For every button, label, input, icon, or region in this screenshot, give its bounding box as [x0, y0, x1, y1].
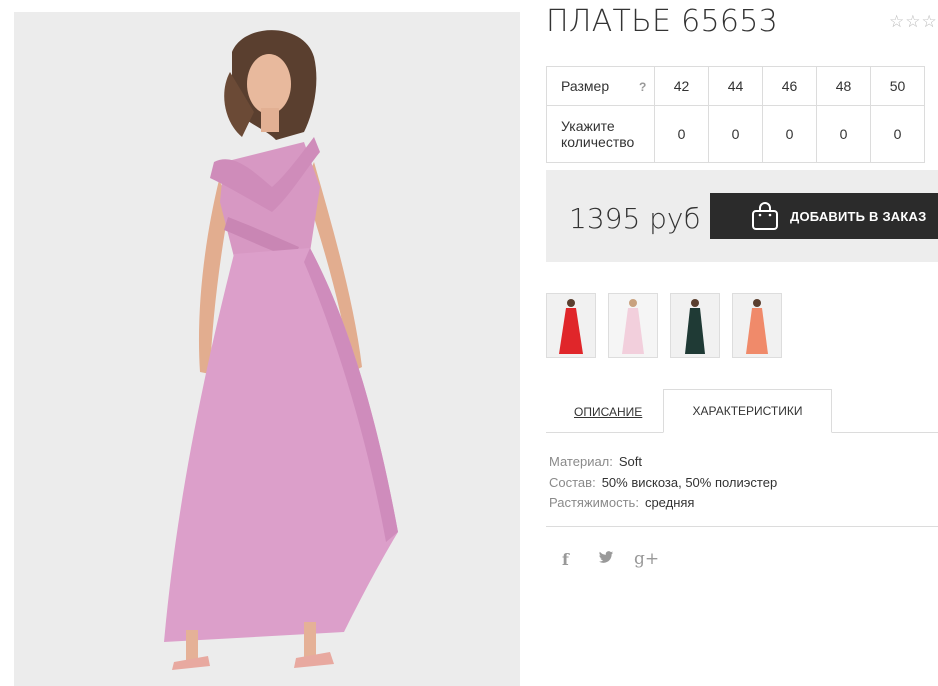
section-divider	[546, 526, 938, 527]
quantity-row: Укажите количество 0 0 0 0 0	[546, 105, 925, 163]
characteristic-key: Растяжимость:	[549, 495, 639, 510]
product-title: ПЛАТЬЕ 65653	[546, 4, 779, 39]
size-label-cell: Размер ?	[546, 66, 655, 106]
size-50: 50	[870, 66, 925, 106]
price-box: 1395 руб ДОБАВИТЬ В ЗАКАЗ	[546, 170, 938, 262]
add-to-order-label: ДОБАВИТЬ В ЗАКАЗ	[790, 208, 927, 224]
star-icon[interactable]: ☆	[889, 13, 904, 31]
googleplus-icon[interactable]: g+	[634, 549, 659, 569]
size-42: 42	[654, 66, 709, 106]
characteristic-value: средняя	[644, 495, 695, 510]
product-image[interactable]	[14, 12, 520, 686]
characteristic-row: Материал: Soft	[549, 452, 777, 473]
quantity-input-50[interactable]: 0	[870, 105, 925, 163]
size-help-icon[interactable]: ?	[639, 80, 646, 94]
rating-stars[interactable]: ☆ ☆ ☆	[889, 13, 937, 31]
facebook-icon[interactable]: f	[562, 550, 598, 569]
tab-characteristics[interactable]: ХАРАКТЕРИСТИКИ	[663, 389, 832, 433]
size-46: 46	[762, 66, 817, 106]
characteristic-key: Состав:	[549, 474, 596, 490]
size-table: Размер ? 42 44 46 48 50 Укажите количест…	[546, 66, 925, 163]
variant-red-thumbnail[interactable]	[546, 293, 596, 358]
price: 1395 руб	[569, 202, 701, 235]
quantity-label: Укажите количество	[546, 105, 655, 163]
shopping-bag-icon	[752, 202, 778, 230]
quantity-input-46[interactable]: 0	[762, 105, 817, 163]
size-48: 48	[816, 66, 871, 106]
twitter-icon[interactable]	[598, 550, 634, 568]
tab-description[interactable]: ОПИСАНИЕ	[574, 405, 642, 419]
characteristic-value: 50% вискоза, 50% полиэстер	[601, 474, 778, 490]
variant-coral-thumbnail[interactable]	[732, 293, 782, 358]
add-to-order-button[interactable]: ДОБАВИТЬ В ЗАКАЗ	[710, 193, 938, 239]
variant-green-thumbnail[interactable]	[670, 293, 720, 358]
color-variants	[546, 293, 782, 358]
social-share: f g+	[562, 549, 659, 569]
variant-pink-thumbnail[interactable]	[608, 293, 658, 358]
size-44: 44	[708, 66, 763, 106]
quantity-label-line2: количество	[561, 134, 635, 150]
characteristic-row: Состав: 50% вискоза, 50% полиэстер	[549, 473, 777, 494]
size-label: Размер	[561, 78, 610, 94]
quantity-label-line1: Укажите	[561, 118, 615, 134]
quantity-input-42[interactable]: 0	[654, 105, 709, 163]
quantity-input-44[interactable]: 0	[708, 105, 763, 163]
characteristic-row: Растяжимость: средняя	[549, 493, 777, 514]
size-row: Размер ? 42 44 46 48 50	[546, 66, 925, 106]
star-icon[interactable]: ☆	[905, 13, 920, 31]
characteristic-key: Материал:	[549, 454, 613, 469]
star-icon[interactable]: ☆	[922, 13, 937, 31]
quantity-input-48[interactable]: 0	[816, 105, 871, 163]
characteristic-value: Soft	[618, 454, 643, 469]
characteristics-list: Материал: Soft Состав: 50% вискоза, 50% по…	[549, 452, 777, 514]
